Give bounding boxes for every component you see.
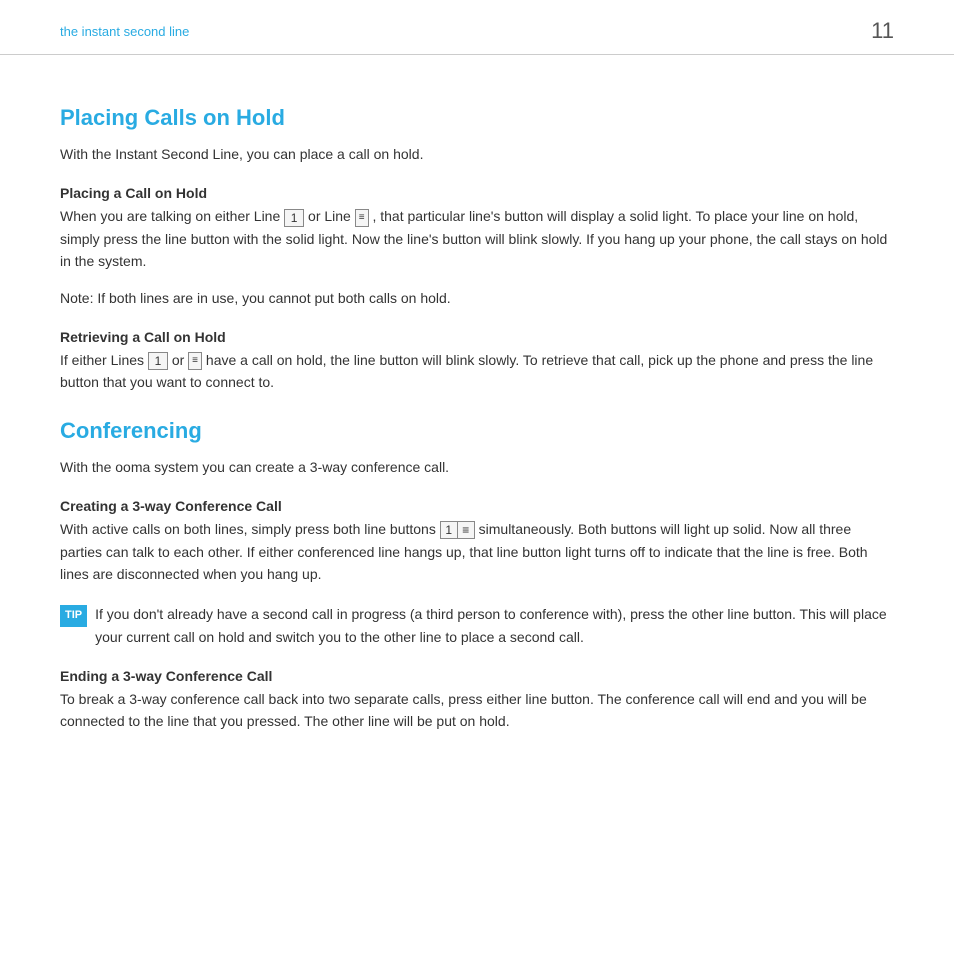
note-text: Note: If both lines are in use, you cann… <box>60 287 894 309</box>
section-intro-placing-calls: With the Instant Second Line, you can pl… <box>60 143 894 165</box>
section-placing-calls: Placing Calls on Hold With the Instant S… <box>60 105 894 394</box>
subsection-placing: Placing a Call on Hold When you are talk… <box>60 185 894 272</box>
page-number: 11 <box>871 18 894 44</box>
placing-text-part1: When you are talking on either Line <box>60 208 284 224</box>
subsection-creating-conference: Creating a 3-way Conference Call With ac… <box>60 498 894 585</box>
retrieving-text-part2: or <box>172 352 188 368</box>
retrieving-text-part1: If either Lines <box>60 352 148 368</box>
subsection-title-retrieving: Retrieving a Call on Hold <box>60 329 894 345</box>
dual-btn1: 1 <box>441 522 457 538</box>
subsection-retrieving-text: If either Lines 1 or ≡ have a call on ho… <box>60 349 894 394</box>
section-title-placing-calls: Placing Calls on Hold <box>60 105 894 131</box>
subsection-placing-text: When you are talking on either Line 1 or… <box>60 205 894 272</box>
subsection-ending-conference: Ending a 3-way Conference Call To break … <box>60 668 894 733</box>
placing-text-part2: or Line <box>308 208 355 224</box>
page-header: the instant second line 11 <box>0 0 954 55</box>
section-title-conferencing: Conferencing <box>60 418 894 444</box>
retrieve-line2-button: ≡ <box>188 352 202 370</box>
subsection-title-placing: Placing a Call on Hold <box>60 185 894 201</box>
line1-button: 1 <box>284 209 304 227</box>
subsection-creating-text: With active calls on both lines, simply … <box>60 518 894 585</box>
subsection-ending-text: To break a 3-way conference call back in… <box>60 688 894 733</box>
main-content: Placing Calls on Hold With the Instant S… <box>0 55 954 783</box>
tip-text: If you don't already have a second call … <box>95 603 894 648</box>
header-title: the instant second line <box>60 24 189 39</box>
creating-text-part1: With active calls on both lines, simply … <box>60 521 440 537</box>
section-conferencing: Conferencing With the ooma system you ca… <box>60 418 894 733</box>
section-intro-conferencing: With the ooma system you can create a 3-… <box>60 456 894 478</box>
subsection-title-creating: Creating a 3-way Conference Call <box>60 498 894 514</box>
retrieve-line1-button: 1 <box>148 352 168 370</box>
dual-btn2: ≡ <box>458 522 474 538</box>
tip-label: TIP <box>60 605 87 627</box>
subsection-title-ending: Ending a 3-way Conference Call <box>60 668 894 684</box>
tip-box: TIP If you don't already have a second c… <box>60 603 894 648</box>
dual-line-buttons: 1 ≡ <box>440 521 475 539</box>
line2-button: ≡ <box>355 209 369 227</box>
subsection-retrieving: Retrieving a Call on Hold If either Line… <box>60 329 894 394</box>
